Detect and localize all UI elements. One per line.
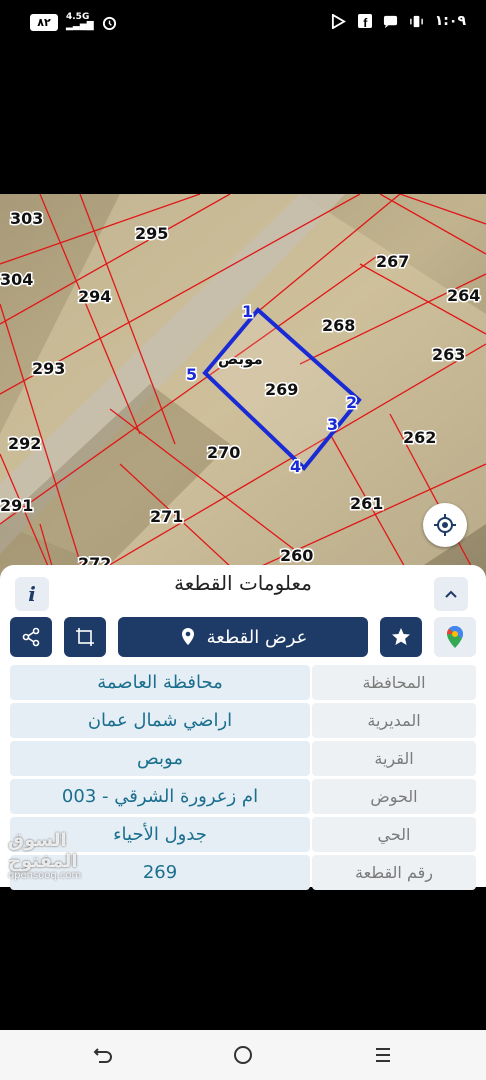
system-navigation-bar xyxy=(0,1030,486,1080)
parcel-label: 295 xyxy=(135,224,168,243)
home-icon xyxy=(234,1046,252,1064)
recents-icon xyxy=(376,1048,390,1062)
parcel-label: 267 xyxy=(376,252,409,271)
parcel-label: 270 xyxy=(207,443,240,462)
home-button[interactable] xyxy=(230,1042,256,1068)
parcel-label: 264 xyxy=(447,286,480,305)
back-icon xyxy=(93,1048,112,1063)
parcel-village-label: موبص xyxy=(218,350,263,368)
target-icon xyxy=(434,514,456,536)
info-row-directorate: اراضي شمال عمان المديرية xyxy=(10,703,476,738)
info-row-village: موبص القرية xyxy=(10,741,476,776)
parcel-label: 261 xyxy=(350,494,383,513)
back-button[interactable] xyxy=(90,1042,116,1068)
facebook-icon: f xyxy=(357,13,373,29)
network-indicator: 4.5G ▂▃▅▇ xyxy=(66,12,94,31)
parcel-number-label: رقم القطعة xyxy=(312,855,476,890)
village-value: موبص xyxy=(10,741,310,776)
vertex-label: 4 xyxy=(290,457,301,476)
share-icon xyxy=(22,627,40,647)
basin-value: ام زعرورة الشرقي - 003 xyxy=(10,779,310,814)
watermark-arabic: السوق المفتوح xyxy=(8,830,78,872)
parcel-label: 293 xyxy=(32,359,65,378)
parcel-label: 292 xyxy=(8,434,41,453)
watermark-latin: opensooq.com xyxy=(8,870,82,881)
parcel-label: 291 xyxy=(0,496,33,515)
messages-icon xyxy=(383,13,399,29)
recents-button[interactable] xyxy=(370,1042,396,1068)
vertex-label: 2 xyxy=(346,393,357,412)
parcel-label: 269 xyxy=(265,380,298,399)
clock: ١:٠٩ xyxy=(434,13,466,29)
star-icon xyxy=(392,628,410,645)
chevron-up-icon xyxy=(445,590,457,598)
show-parcel-label: عرض القطعة xyxy=(206,626,308,648)
vertex-label: 5 xyxy=(186,365,197,384)
vibrate-icon xyxy=(409,13,425,29)
status-right: f ١:٠٩ xyxy=(331,13,466,29)
battery-indicator: ٨٢ xyxy=(30,13,58,31)
google-maps-button[interactable] xyxy=(434,617,476,657)
governorate-value: محافظة العاصمة xyxy=(10,665,310,700)
map-view[interactable]: 303 295 267 304 294 264 268 293 263 269 … xyxy=(0,194,486,594)
parcel-label: 262 xyxy=(403,428,436,447)
collapse-button[interactable] xyxy=(434,577,468,611)
parcel-label: 260 xyxy=(280,546,313,565)
share-button[interactable] xyxy=(10,617,52,657)
parcel-label: 263 xyxy=(432,345,465,364)
governorate-label: المحافظة xyxy=(312,665,476,700)
google-maps-icon xyxy=(446,625,463,648)
parcel-label: 304 xyxy=(0,270,33,289)
play-store-icon xyxy=(331,13,347,29)
show-parcel-button[interactable]: عرض القطعة xyxy=(118,617,368,657)
directorate-value: اراضي شمال عمان xyxy=(10,703,310,738)
locate-me-button[interactable] xyxy=(423,503,467,547)
neighborhood-label: الحي xyxy=(312,817,476,852)
vertex-label: 1 xyxy=(242,302,253,321)
village-label: القرية xyxy=(312,741,476,776)
vertex-label: 3 xyxy=(327,415,338,434)
crop-icon xyxy=(76,628,94,646)
status-left: ٨٢ 4.5G ▂▃▅▇ xyxy=(30,13,118,31)
directorate-label: المديرية xyxy=(312,703,476,738)
opensooq-watermark: السوق المفتوح opensooq.com xyxy=(8,830,138,881)
parcel-label: 294 xyxy=(78,287,111,306)
map-canvas[interactable]: 303 295 267 304 294 264 268 293 263 269 … xyxy=(0,194,486,594)
basin-label: الحوض xyxy=(312,779,476,814)
alarm-icon xyxy=(102,14,118,30)
parcel-label: 271 xyxy=(150,507,183,526)
parcel-label: 303 xyxy=(10,209,43,228)
info-row-governorate: محافظة العاصمة المحافظة xyxy=(10,665,476,700)
status-bar: ٨٢ 4.5G ▂▃▅▇ f ١:٠٩ xyxy=(0,0,486,48)
info-row-basin: ام زعرورة الشرقي - 003 الحوض xyxy=(10,779,476,814)
favorite-button[interactable] xyxy=(380,617,422,657)
crop-button[interactable] xyxy=(64,617,106,657)
panel-title: معلومات القطعة xyxy=(174,571,312,595)
parcel-label: 268 xyxy=(322,316,355,335)
location-pin-icon xyxy=(181,628,194,645)
